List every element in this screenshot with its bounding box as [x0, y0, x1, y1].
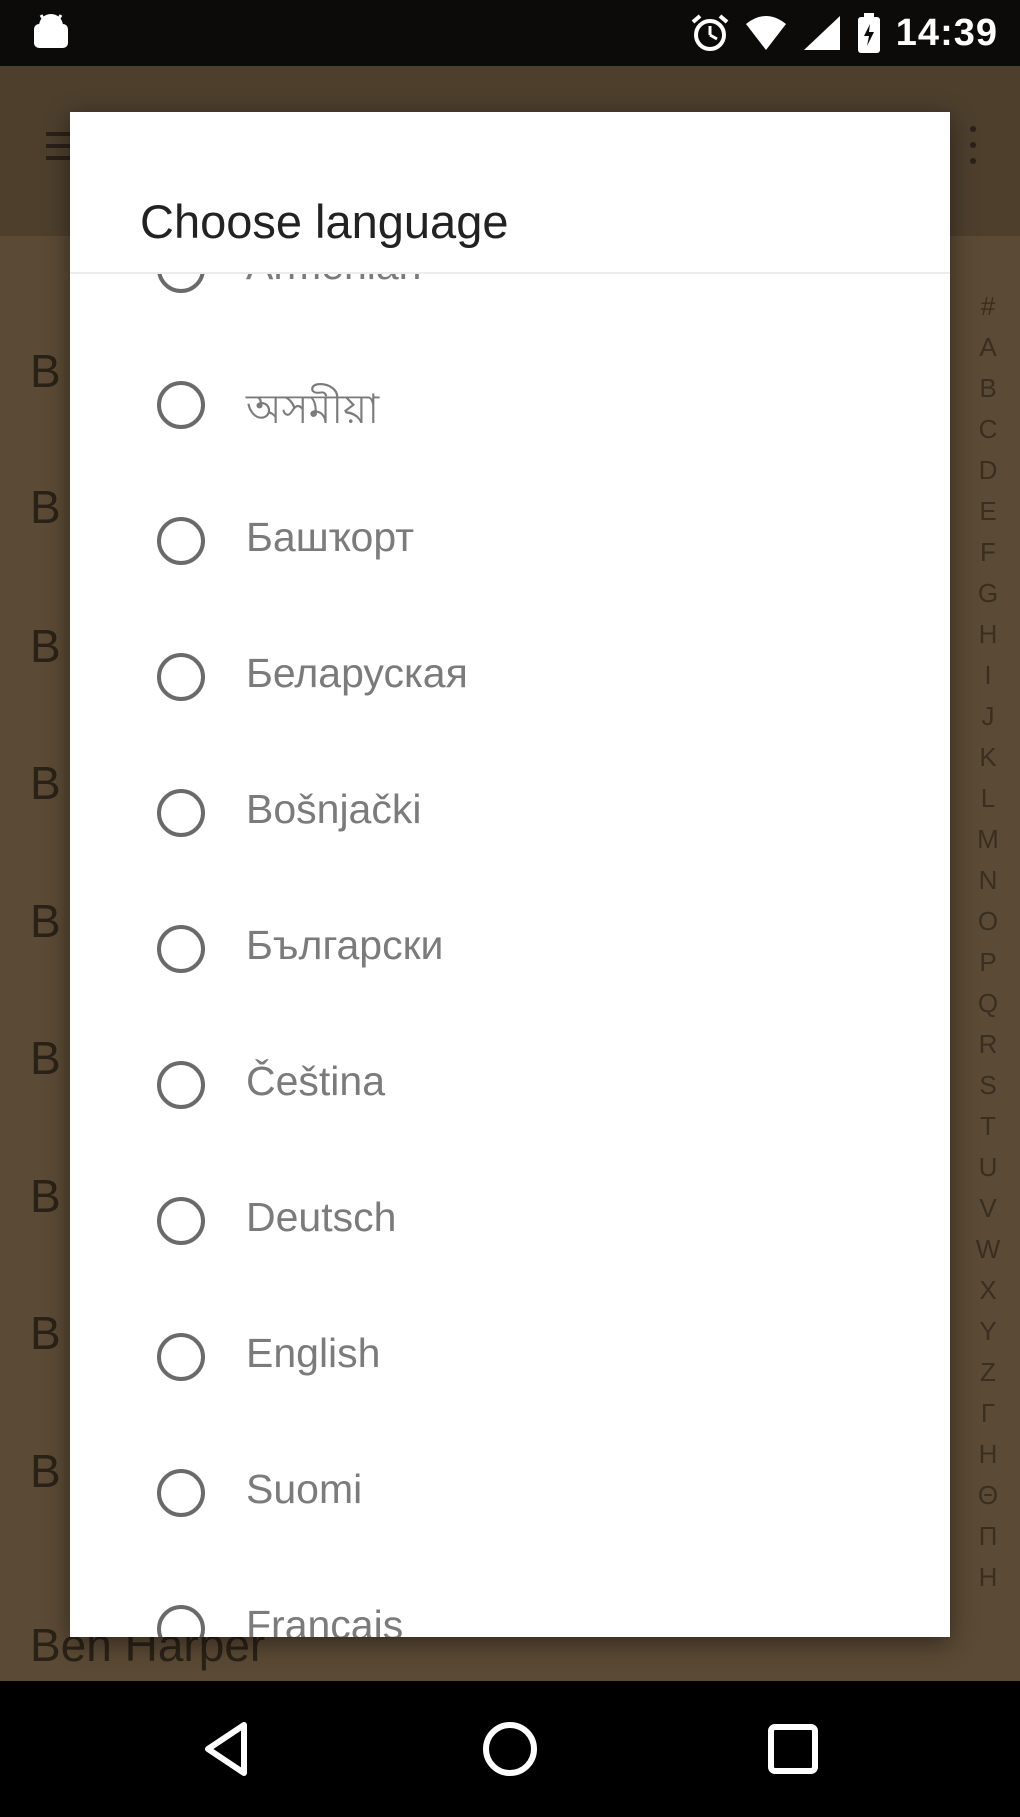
- back-icon[interactable]: [198, 1719, 258, 1779]
- index-letter[interactable]: F: [970, 532, 1006, 573]
- index-letter[interactable]: Q: [970, 983, 1006, 1024]
- language-label: English: [246, 1330, 381, 1376]
- home-icon[interactable]: [480, 1719, 540, 1779]
- index-letter[interactable]: Γ: [970, 1393, 1006, 1434]
- index-letter[interactable]: Π: [970, 1516, 1006, 1557]
- artist-row[interactable]: B: [30, 1169, 61, 1223]
- language-option[interactable]: Suomi: [70, 1428, 950, 1564]
- index-letter[interactable]: U: [970, 1147, 1006, 1188]
- index-letter[interactable]: M: [970, 819, 1006, 860]
- radio-button[interactable]: [157, 1061, 205, 1109]
- radio-button[interactable]: [157, 789, 205, 837]
- index-letter[interactable]: X: [970, 1270, 1006, 1311]
- language-option[interactable]: English: [70, 1292, 950, 1428]
- android-icon: [34, 14, 68, 48]
- language-option[interactable]: অসমীয়া: [70, 340, 950, 476]
- index-letter[interactable]: Η: [970, 1557, 1006, 1598]
- language-option[interactable]: Armenian: [70, 274, 950, 340]
- index-letter[interactable]: B: [970, 368, 1006, 409]
- language-option[interactable]: Башҡорт: [70, 476, 950, 612]
- index-letter[interactable]: J: [970, 696, 1006, 737]
- dialog-title: Choose language: [140, 195, 509, 248]
- language-option[interactable]: Български: [70, 884, 950, 1020]
- index-letter[interactable]: E: [970, 491, 1006, 532]
- language-label: অসমীয়া: [246, 386, 380, 432]
- artist-row[interactable]: B: [30, 1306, 61, 1360]
- artist-row[interactable]: B: [30, 480, 61, 534]
- radio-button[interactable]: [157, 925, 205, 973]
- index-letter[interactable]: C: [970, 409, 1006, 450]
- index-letter[interactable]: Y: [970, 1311, 1006, 1352]
- index-letter[interactable]: H: [970, 614, 1006, 655]
- index-letter[interactable]: T: [970, 1106, 1006, 1147]
- index-letter[interactable]: I: [970, 655, 1006, 696]
- index-letter[interactable]: A: [970, 327, 1006, 368]
- choose-language-dialog: Choose language Armenian অসমীয়া Башҡорт…: [70, 112, 950, 1637]
- radio-button[interactable]: [157, 381, 205, 429]
- index-letter[interactable]: L: [970, 778, 1006, 819]
- index-letter[interactable]: #: [970, 286, 1006, 327]
- language-label: Башҡорт: [246, 514, 415, 560]
- recents-icon[interactable]: [763, 1719, 823, 1779]
- artist-row[interactable]: B: [30, 1031, 61, 1085]
- signal-icon: [803, 16, 840, 50]
- wifi-icon: [745, 16, 786, 50]
- index-letter[interactable]: N: [970, 860, 1006, 901]
- radio-button[interactable]: [157, 653, 205, 701]
- language-label: Български: [246, 922, 444, 968]
- index-letter[interactable]: R: [970, 1024, 1006, 1065]
- radio-button[interactable]: [157, 1605, 205, 1637]
- clock: 14:39: [895, 11, 998, 54]
- radio-button[interactable]: [157, 1333, 205, 1381]
- artist-row[interactable]: B: [30, 756, 61, 810]
- artist-row[interactable]: B: [30, 619, 61, 673]
- index-letter[interactable]: Η: [970, 1434, 1006, 1475]
- language-label: Deutsch: [246, 1194, 397, 1240]
- language-option[interactable]: Беларуская: [70, 612, 950, 748]
- language-list[interactable]: Armenian অসমীয়া Башҡорт Беларуская Bošn…: [70, 274, 950, 1637]
- language-option[interactable]: Deutsch: [70, 1156, 950, 1292]
- artist-row[interactable]: B: [30, 894, 61, 948]
- artist-row[interactable]: B: [30, 1444, 61, 1498]
- battery-icon: [857, 13, 880, 53]
- alphabet-index[interactable]: # A B C D E F G H I J K L M N O P Q R S T U V W X Y Z Γ Η Θ Π Η: [970, 286, 1006, 1598]
- language-option[interactable]: Bošnjački: [70, 748, 950, 884]
- navigation-bar: [0, 1681, 1020, 1817]
- radio-button[interactable]: [157, 517, 205, 565]
- index-letter[interactable]: S: [970, 1065, 1006, 1106]
- overflow-menu-icon[interactable]: [970, 126, 980, 170]
- artist-row[interactable]: B: [30, 344, 61, 398]
- language-option[interactable]: Čeština: [70, 1020, 950, 1156]
- radio-button[interactable]: [157, 1469, 205, 1517]
- language-label: Armenian: [246, 274, 421, 289]
- index-letter[interactable]: G: [970, 573, 1006, 614]
- language-option[interactable]: Français: [70, 1564, 950, 1637]
- index-letter[interactable]: Θ: [970, 1475, 1006, 1516]
- index-letter[interactable]: O: [970, 901, 1006, 942]
- status-bar: 14:39: [0, 0, 1020, 66]
- index-letter[interactable]: D: [970, 450, 1006, 491]
- language-label: Suomi: [246, 1466, 363, 1512]
- language-label: Беларуская: [246, 650, 468, 696]
- index-letter[interactable]: K: [970, 737, 1006, 778]
- language-label: Français: [246, 1602, 404, 1637]
- language-label: Bošnjački: [246, 786, 422, 832]
- radio-button[interactable]: [157, 274, 205, 293]
- radio-button[interactable]: [157, 1197, 205, 1245]
- index-letter[interactable]: V: [970, 1188, 1006, 1229]
- language-label: Čeština: [246, 1058, 386, 1104]
- index-letter[interactable]: Z: [970, 1352, 1006, 1393]
- index-letter[interactable]: P: [970, 942, 1006, 983]
- alarm-icon: [691, 14, 729, 51]
- index-letter[interactable]: W: [970, 1229, 1006, 1270]
